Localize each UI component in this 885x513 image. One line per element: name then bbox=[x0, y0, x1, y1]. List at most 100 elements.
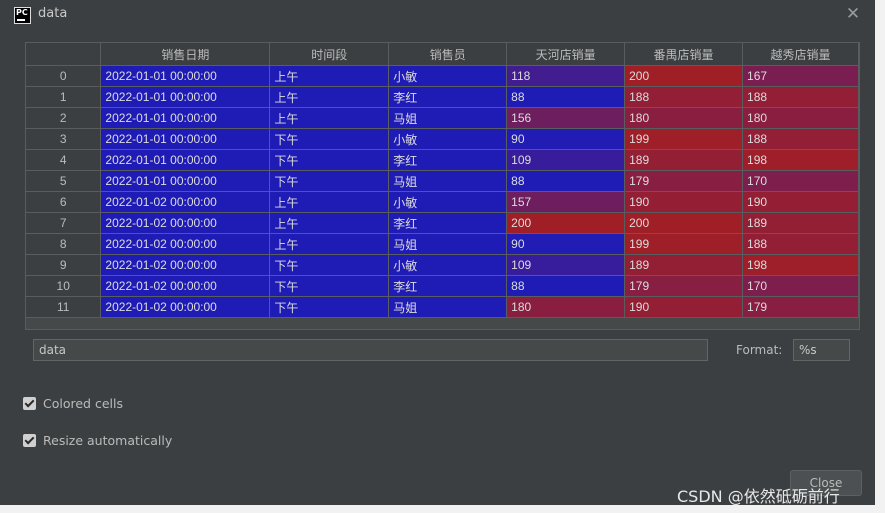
cell-seller[interactable]: 小敏 bbox=[388, 128, 508, 150]
cell-tianhe[interactable]: 157 bbox=[506, 191, 626, 213]
cell-date[interactable]: 2022-01-01 00:00:00 bbox=[100, 107, 271, 129]
table-row[interactable]: 11 2022-01-02 00:00:00 下午 马姐 180 190 179 bbox=[26, 296, 859, 318]
resize-automatically-checkbox[interactable]: Resize automatically bbox=[23, 433, 172, 448]
column-header[interactable]: 越秀店销量 bbox=[742, 43, 859, 66]
cell-seller[interactable]: 李红 bbox=[388, 149, 508, 171]
table-row[interactable]: 4 2022-01-01 00:00:00 下午 李红 109 189 198 bbox=[26, 149, 859, 171]
table-row[interactable]: 10 2022-01-02 00:00:00 下午 李红 88 179 170 bbox=[26, 275, 859, 297]
cell-yuexiu[interactable]: 188 bbox=[742, 233, 859, 255]
cell-period[interactable]: 上午 bbox=[269, 191, 390, 213]
cell-period[interactable]: 上午 bbox=[269, 86, 390, 108]
data-table[interactable]: 销售日期 时间段 销售员 天河店销量 番禺店销量 越秀店销量 0 2022-01-… bbox=[25, 42, 860, 330]
checkbox-checked-icon[interactable] bbox=[23, 397, 36, 410]
cell-seller[interactable]: 小敏 bbox=[388, 191, 508, 213]
cell-seller[interactable]: 小敏 bbox=[388, 254, 508, 276]
cell-tianhe[interactable]: 90 bbox=[506, 128, 626, 150]
column-header[interactable]: 时间段 bbox=[269, 43, 390, 66]
colored-cells-checkbox[interactable]: Colored cells bbox=[23, 396, 123, 411]
cell-panyu[interactable]: 189 bbox=[624, 254, 744, 276]
cell-tianhe[interactable]: 88 bbox=[506, 275, 626, 297]
cell-period[interactable]: 下午 bbox=[269, 149, 390, 171]
cell-panyu[interactable]: 200 bbox=[624, 65, 744, 87]
cell-period[interactable]: 上午 bbox=[269, 65, 390, 87]
cell-tianhe[interactable]: 88 bbox=[506, 86, 626, 108]
cell-panyu[interactable]: 179 bbox=[624, 170, 744, 192]
cell-tianhe[interactable]: 200 bbox=[506, 212, 626, 234]
column-header[interactable]: 销售员 bbox=[388, 43, 508, 66]
cell-panyu[interactable]: 179 bbox=[624, 275, 744, 297]
cell-tianhe[interactable]: 156 bbox=[506, 107, 626, 129]
cell-yuexiu[interactable]: 170 bbox=[742, 170, 859, 192]
cell-period[interactable]: 下午 bbox=[269, 254, 390, 276]
cell-seller[interactable]: 李红 bbox=[388, 212, 508, 234]
cell-date[interactable]: 2022-01-02 00:00:00 bbox=[100, 191, 271, 213]
cell-tianhe[interactable]: 109 bbox=[506, 149, 626, 171]
column-header[interactable]: 销售日期 bbox=[100, 43, 271, 66]
cell-seller[interactable]: 小敏 bbox=[388, 65, 508, 87]
cell-yuexiu[interactable]: 180 bbox=[742, 107, 859, 129]
cell-date[interactable]: 2022-01-01 00:00:00 bbox=[100, 128, 271, 150]
checkbox-checked-icon[interactable] bbox=[23, 434, 36, 447]
column-header[interactable]: 番禺店销量 bbox=[624, 43, 744, 66]
cell-yuexiu[interactable]: 188 bbox=[742, 128, 859, 150]
table-row[interactable]: 5 2022-01-01 00:00:00 下午 马姐 88 179 170 bbox=[26, 170, 859, 192]
cell-date[interactable]: 2022-01-02 00:00:00 bbox=[100, 275, 271, 297]
cell-period[interactable]: 上午 bbox=[269, 107, 390, 129]
cell-period[interactable]: 下午 bbox=[269, 170, 390, 192]
cell-seller[interactable]: 马姐 bbox=[388, 296, 508, 318]
table-row[interactable]: 2 2022-01-01 00:00:00 上午 马姐 156 180 180 bbox=[26, 107, 859, 129]
cell-tianhe[interactable]: 118 bbox=[506, 65, 626, 87]
cell-date[interactable]: 2022-01-01 00:00:00 bbox=[100, 170, 271, 192]
cell-yuexiu[interactable]: 167 bbox=[742, 65, 859, 87]
column-header[interactable]: 天河店销量 bbox=[506, 43, 626, 66]
cell-date[interactable]: 2022-01-02 00:00:00 bbox=[100, 296, 271, 318]
cell-panyu[interactable]: 190 bbox=[624, 191, 744, 213]
cell-panyu[interactable]: 188 bbox=[624, 86, 744, 108]
cell-period[interactable]: 下午 bbox=[269, 275, 390, 297]
cell-seller[interactable]: 李红 bbox=[388, 275, 508, 297]
cell-tianhe[interactable]: 180 bbox=[506, 296, 626, 318]
table-row[interactable]: 1 2022-01-01 00:00:00 上午 李红 88 188 188 bbox=[26, 86, 859, 108]
cell-date[interactable]: 2022-01-01 00:00:00 bbox=[100, 86, 271, 108]
cell-seller[interactable]: 马姐 bbox=[388, 170, 508, 192]
cell-tianhe[interactable]: 88 bbox=[506, 170, 626, 192]
table-row[interactable]: 6 2022-01-02 00:00:00 上午 小敏 157 190 190 bbox=[26, 191, 859, 213]
cell-date[interactable]: 2022-01-02 00:00:00 bbox=[100, 212, 271, 234]
cell-period[interactable]: 上午 bbox=[269, 212, 390, 234]
cell-seller[interactable]: 李红 bbox=[388, 86, 508, 108]
header-row: 销售日期 时间段 销售员 天河店销量 番禺店销量 越秀店销量 bbox=[26, 43, 859, 66]
cell-panyu[interactable]: 199 bbox=[624, 233, 744, 255]
cell-period[interactable]: 下午 bbox=[269, 128, 390, 150]
table-row[interactable]: 7 2022-01-02 00:00:00 上午 李红 200 200 189 bbox=[26, 212, 859, 234]
table-row[interactable]: 9 2022-01-02 00:00:00 下午 小敏 109 189 198 bbox=[26, 254, 859, 276]
cell-yuexiu[interactable]: 170 bbox=[742, 275, 859, 297]
cell-panyu[interactable]: 200 bbox=[624, 212, 744, 234]
table-row[interactable]: 8 2022-01-02 00:00:00 上午 马姐 90 199 188 bbox=[26, 233, 859, 255]
cell-date[interactable]: 2022-01-02 00:00:00 bbox=[100, 233, 271, 255]
cell-date[interactable]: 2022-01-01 00:00:00 bbox=[100, 149, 271, 171]
cell-tianhe[interactable]: 90 bbox=[506, 233, 626, 255]
table-row[interactable]: 3 2022-01-01 00:00:00 下午 小敏 90 199 188 bbox=[26, 128, 859, 150]
cell-date[interactable]: 2022-01-01 00:00:00 bbox=[100, 65, 271, 87]
cell-period[interactable]: 下午 bbox=[269, 296, 390, 318]
pycharm-icon: PC bbox=[14, 7, 31, 24]
cell-tianhe[interactable]: 109 bbox=[506, 254, 626, 276]
cell-panyu[interactable]: 180 bbox=[624, 107, 744, 129]
cell-yuexiu[interactable]: 190 bbox=[742, 191, 859, 213]
cell-yuexiu[interactable]: 179 bbox=[742, 296, 859, 318]
cell-panyu[interactable]: 199 bbox=[624, 128, 744, 150]
cell-period[interactable]: 上午 bbox=[269, 233, 390, 255]
expression-input[interactable]: data bbox=[33, 339, 708, 361]
cell-panyu[interactable]: 190 bbox=[624, 296, 744, 318]
cell-yuexiu[interactable]: 198 bbox=[742, 149, 859, 171]
close-icon[interactable]: ✕ bbox=[844, 5, 862, 23]
cell-seller[interactable]: 马姐 bbox=[388, 107, 508, 129]
cell-yuexiu[interactable]: 189 bbox=[742, 212, 859, 234]
cell-panyu[interactable]: 189 bbox=[624, 149, 744, 171]
cell-yuexiu[interactable]: 188 bbox=[742, 86, 859, 108]
cell-yuexiu[interactable]: 198 bbox=[742, 254, 859, 276]
format-input[interactable]: %s bbox=[793, 339, 850, 361]
cell-date[interactable]: 2022-01-02 00:00:00 bbox=[100, 254, 271, 276]
table-row[interactable]: 0 2022-01-01 00:00:00 上午 小敏 118 200 167 bbox=[26, 65, 859, 87]
cell-seller[interactable]: 马姐 bbox=[388, 233, 508, 255]
